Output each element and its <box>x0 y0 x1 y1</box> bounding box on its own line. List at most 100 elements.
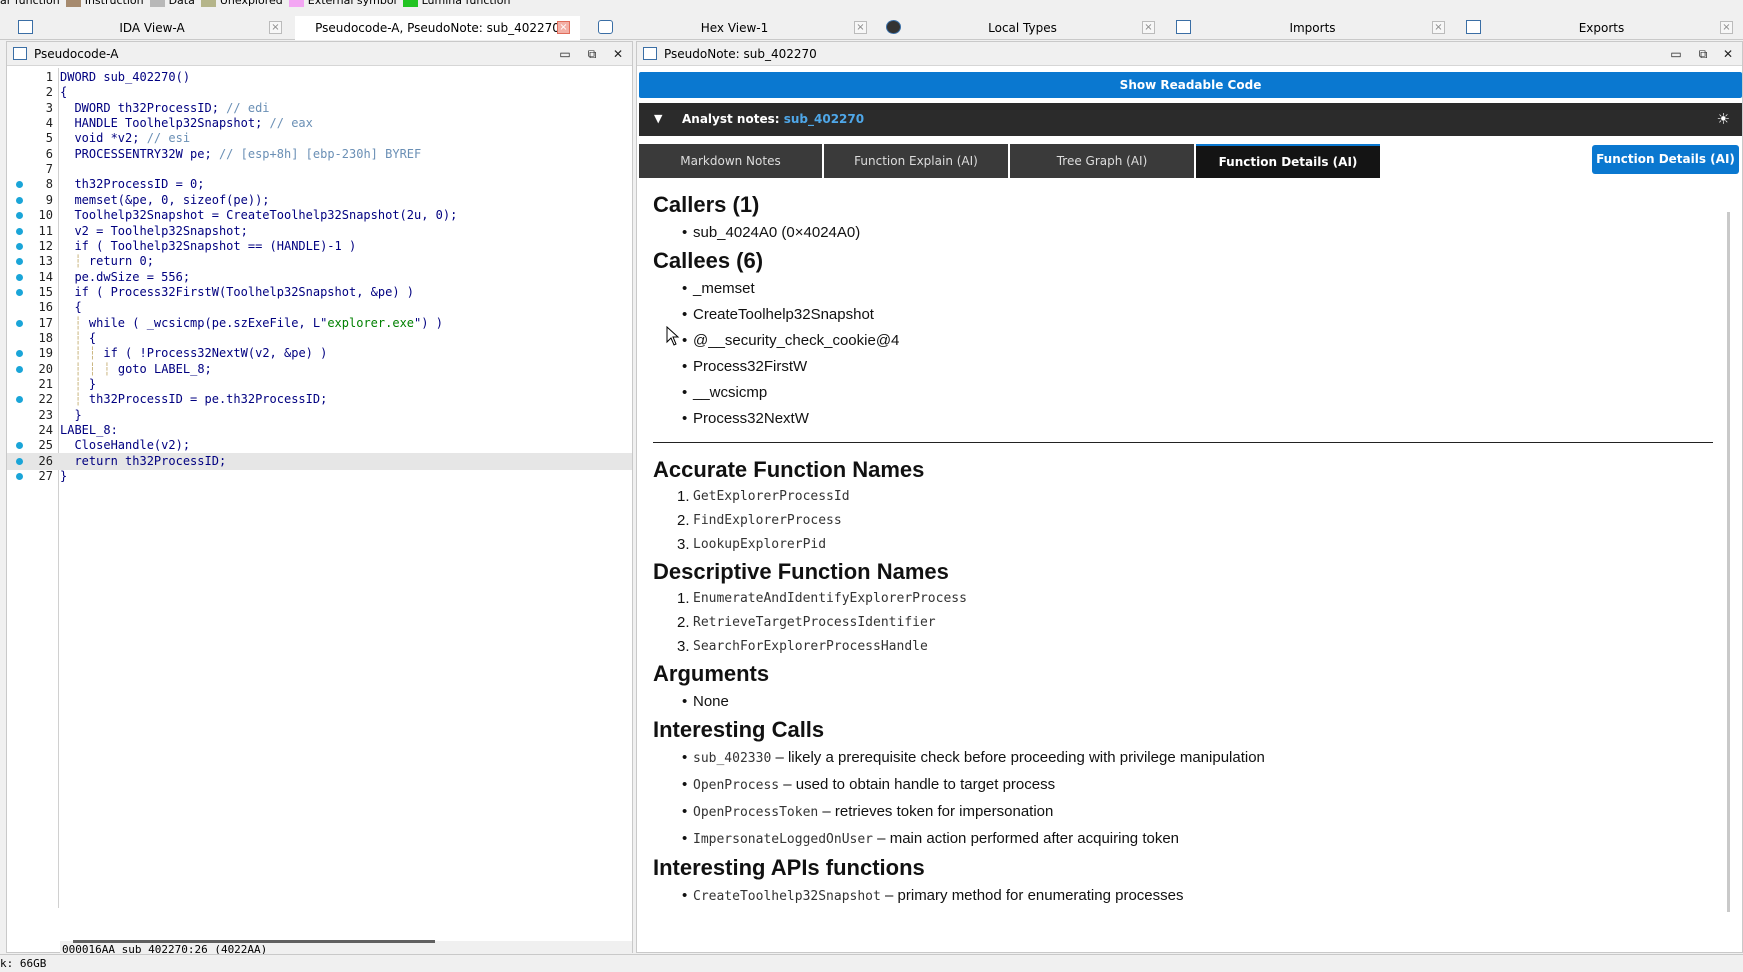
breakpoint-dot-icon[interactable] <box>16 319 23 327</box>
tab-hex-view-1[interactable]: Hex View-1 × <box>592 16 877 40</box>
breakpoint-dot-icon[interactable] <box>16 442 23 450</box>
maximize-button[interactable]: ▭ <box>557 46 573 62</box>
legend-label: Data <box>168 0 195 7</box>
tab-local-types[interactable]: Local Types × <box>880 16 1165 40</box>
restore-button[interactable]: ⧉ <box>584 46 600 62</box>
line-number: 27 <box>38 469 53 484</box>
interesting-calls-heading: Interesting Calls <box>653 717 825 742</box>
legend-label: ar function <box>0 0 60 7</box>
tab-label: Imports <box>1289 21 1336 35</box>
breakpoint-dot-icon[interactable] <box>16 181 23 189</box>
close-icon[interactable]: × <box>269 21 282 34</box>
legend-label: Unexplored <box>219 0 283 7</box>
call-desc: – likely a prerequisite check before pro… <box>771 749 1265 766</box>
tab-function-details[interactable]: Function Details (AI) <box>1196 144 1380 178</box>
breakpoint-dot-icon[interactable] <box>16 273 23 281</box>
accurate-name-text: GetExplorerProcessId <box>693 489 850 504</box>
accurate-name-text: FindExplorerProcess <box>693 513 842 528</box>
pseudonote-icon <box>643 47 657 60</box>
breakpoint-dot-icon[interactable] <box>16 242 23 250</box>
legend-item: Instruction <box>65 0 144 7</box>
collapse-icon[interactable]: ▼ <box>654 112 662 125</box>
callee-item[interactable]: __wcsicmp <box>653 380 1713 406</box>
show-readable-code-button[interactable]: Show Readable Code <box>639 72 1742 98</box>
tab-imports[interactable]: Imports × <box>1170 16 1455 40</box>
close-button[interactable]: ✕ <box>610 46 626 62</box>
close-icon[interactable]: × <box>1142 21 1155 34</box>
breakpoint-dot-icon[interactable] <box>16 288 23 296</box>
tab-pseudocode-a[interactable]: Pseudocode-A, PseudoNote: sub_402270 × <box>295 16 580 40</box>
legend-label: Lumina function <box>421 0 511 7</box>
callees-heading: Callees (6) <box>653 248 764 273</box>
restore-button[interactable]: ⧉ <box>1695 46 1711 62</box>
tab-label: Local Types <box>988 21 1057 35</box>
callee-item[interactable]: Process32FirstW <box>653 354 1713 380</box>
list-number: 3. <box>677 638 690 655</box>
list-number: 3. <box>677 536 690 553</box>
theme-toggle-icon[interactable]: ☀ <box>1717 110 1730 128</box>
call-name[interactable]: OpenProcess <box>693 778 779 793</box>
navigator-legend: ar function Instruction Data Unexplored Exte… <box>0 0 1743 8</box>
descriptive-name-text: SearchForExplorerProcessHandle <box>693 639 928 654</box>
analyst-notes-label: Analyst notes: sub_402270 <box>682 112 864 126</box>
call-desc: – retrieves token for impersonation <box>818 803 1054 820</box>
breakpoint-dot-icon[interactable] <box>16 365 23 373</box>
argument-item: None <box>653 689 1713 715</box>
callee-item[interactable]: @__security_check_cookie@4 <box>653 328 1713 354</box>
breakpoint-dot-icon[interactable] <box>16 212 23 220</box>
descriptive-names-heading: Descriptive Function Names <box>653 559 949 584</box>
vertical-scrollbar[interactable] <box>1727 212 1730 912</box>
api-name[interactable]: CreateToolhelp32Snapshot <box>693 889 881 904</box>
tab-label: Exports <box>1578 21 1625 35</box>
descriptive-name-item: 2. RetrieveTargetProcessIdentifier <box>653 611 1713 635</box>
bottom-status-bar: k: 66GB <box>0 954 1743 972</box>
breakpoint-dot-icon[interactable] <box>16 396 23 404</box>
analyst-notes-bar: ▼ Analyst notes: sub_402270 ☀ <box>639 103 1742 136</box>
code-line[interactable]: 27} <box>7 468 632 485</box>
tab-function-explain[interactable]: Function Explain (AI) <box>824 144 1008 178</box>
descriptive-name-text: EnumerateAndIdentifyExplorerProcess <box>693 591 967 606</box>
tab-label: Hex View-1 <box>700 21 769 35</box>
call-name[interactable]: OpenProcessToken <box>693 805 818 820</box>
call-name[interactable]: sub_402330 <box>693 751 771 766</box>
maximize-button[interactable]: ▭ <box>1668 46 1684 62</box>
accurate-names-heading: Accurate Function Names <box>653 457 925 482</box>
accurate-name-item: 1. GetExplorerProcessId <box>653 485 1713 509</box>
breakpoint-dot-icon[interactable] <box>16 258 23 266</box>
tab-exports[interactable]: Exports × <box>1460 16 1743 40</box>
code-view[interactable]: 1 DWORD sub_402270() 2{3 DWORD th32Process… <box>7 68 632 958</box>
tab-markdown-notes[interactable]: Markdown Notes <box>639 144 822 178</box>
tab-ida-view-a[interactable]: IDA View-A × <box>12 16 292 40</box>
close-icon[interactable]: × <box>854 21 867 34</box>
close-icon[interactable]: × <box>1720 21 1733 34</box>
api-desc: – primary method for enumerating process… <box>880 887 1184 904</box>
descriptive-name-item: 3. SearchForExplorerProcessHandle <box>653 635 1713 659</box>
notes-function-name[interactable]: sub_402270 <box>784 112 864 126</box>
callee-item[interactable]: Process32NextW <box>653 406 1713 432</box>
function-details-button[interactable]: Function Details (AI) <box>1592 145 1739 174</box>
horizontal-scrollbar[interactable] <box>73 940 435 943</box>
callee-item[interactable]: CreateToolhelp32Snapshot <box>653 302 1713 328</box>
callee-item[interactable]: _memset <box>653 276 1713 302</box>
legend-swatch <box>65 0 81 7</box>
accurate-name-item: 2. FindExplorerProcess <box>653 509 1713 533</box>
arguments-heading: Arguments <box>653 661 770 686</box>
descriptive-name-item: 1. EnumerateAndIdentifyExplorerProcess <box>653 587 1713 611</box>
tab-tree-graph[interactable]: Tree Graph (AI) <box>1010 144 1194 178</box>
list-number: 2. <box>677 512 690 529</box>
list-number: 1. <box>677 488 690 505</box>
caller-item[interactable]: sub_4024A0 (0×4024A0) <box>653 220 1713 246</box>
breakpoint-dot-icon[interactable] <box>16 196 23 204</box>
notes-label-text: Analyst notes: <box>682 112 780 126</box>
call-name[interactable]: ImpersonateLoggedOnUser <box>693 832 873 847</box>
pseudocode-icon <box>13 47 27 60</box>
breakpoint-dot-icon[interactable] <box>16 457 23 465</box>
breakpoint-dot-icon[interactable] <box>16 350 23 358</box>
close-icon[interactable]: × <box>1432 21 1445 34</box>
list-number: 2. <box>677 614 690 631</box>
breakpoint-dot-icon[interactable] <box>16 227 23 235</box>
close-button[interactable]: ✕ <box>1720 46 1736 62</box>
close-icon[interactable]: × <box>557 21 570 34</box>
breakpoint-dot-icon[interactable] <box>16 473 23 481</box>
legend-swatch <box>200 0 216 7</box>
